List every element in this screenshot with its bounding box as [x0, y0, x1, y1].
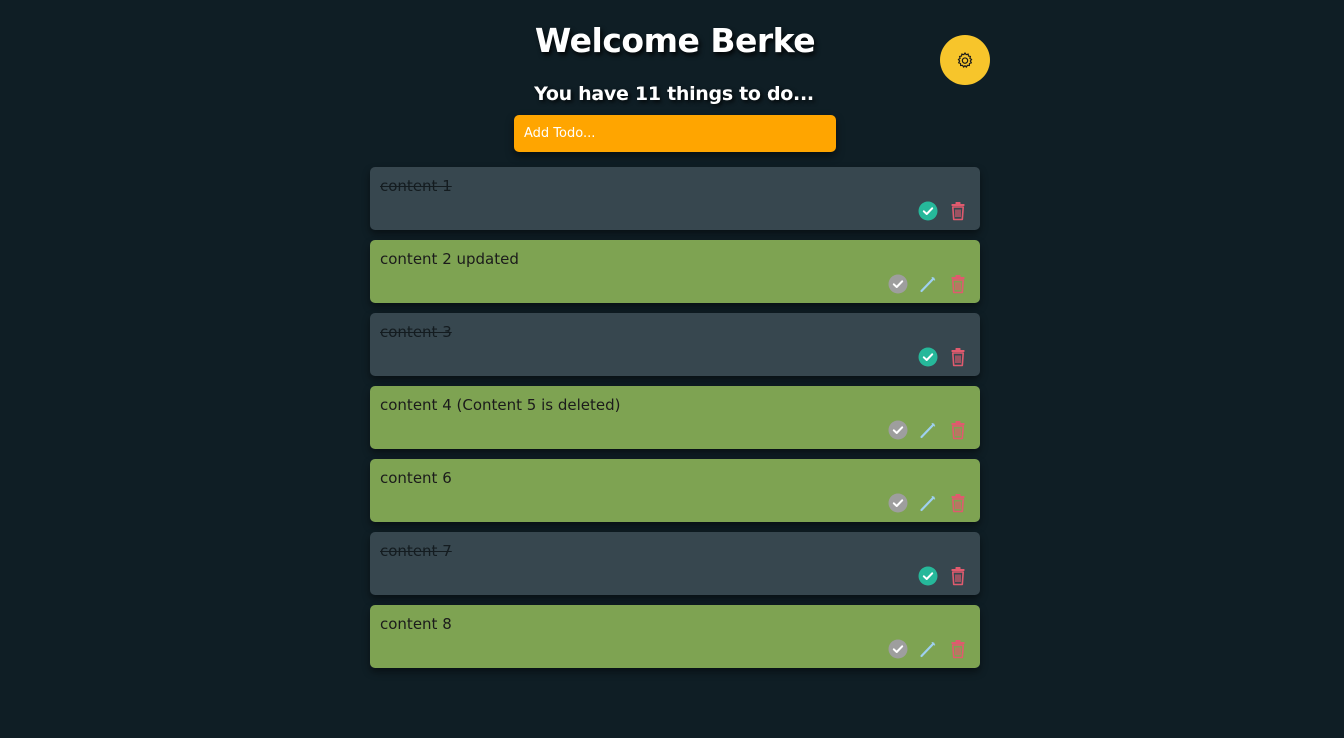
todo-item: content 7 — [370, 532, 980, 595]
todo-text: content 2 updated — [380, 250, 519, 268]
mark-complete-check-icon[interactable] — [888, 274, 908, 294]
todo-text: content 7 — [380, 542, 452, 560]
completed-check-icon[interactable] — [918, 201, 938, 221]
todo-actions — [918, 346, 968, 368]
todo-item: content 8 — [370, 605, 980, 668]
completed-check-icon[interactable] — [918, 347, 938, 367]
mark-complete-check-icon[interactable] — [888, 420, 908, 440]
todo-count-subtitle: You have 11 things to do... — [534, 83, 814, 105]
todo-actions — [918, 200, 968, 222]
gear-icon — [955, 50, 975, 70]
todo-item: content 6 — [370, 459, 980, 522]
todo-text: content 3 — [380, 323, 452, 341]
todo-item: content 3 — [370, 313, 980, 376]
todo-text: content 8 — [380, 615, 452, 633]
settings-button[interactable] — [940, 35, 990, 85]
delete-trash-icon[interactable] — [948, 566, 968, 586]
todo-text: content 4 (Content 5 is deleted) — [380, 396, 621, 414]
todo-actions — [888, 419, 968, 441]
todo-app: Welcome Berke You have 11 things to do..… — [0, 0, 1344, 738]
add-todo-input[interactable] — [514, 115, 836, 152]
delete-trash-icon[interactable] — [948, 420, 968, 440]
todo-actions — [888, 638, 968, 660]
delete-trash-icon[interactable] — [948, 201, 968, 221]
todo-actions — [888, 273, 968, 295]
page-title: Welcome Berke — [534, 21, 816, 60]
edit-pencil-icon[interactable] — [918, 420, 938, 440]
todo-list: content 1 content 2 updated content 3 conte… — [370, 167, 980, 678]
todo-text: content 1 — [380, 177, 452, 195]
delete-trash-icon[interactable] — [948, 493, 968, 513]
todo-item: content 4 (Content 5 is deleted) — [370, 386, 980, 449]
todo-text: content 6 — [380, 469, 452, 487]
edit-pencil-icon[interactable] — [918, 639, 938, 659]
mark-complete-check-icon[interactable] — [888, 639, 908, 659]
todo-item: content 2 updated — [370, 240, 980, 303]
todo-actions — [888, 492, 968, 514]
todo-actions — [918, 565, 968, 587]
edit-pencil-icon[interactable] — [918, 493, 938, 513]
delete-trash-icon[interactable] — [948, 274, 968, 294]
edit-pencil-icon[interactable] — [918, 274, 938, 294]
todo-item: content 1 — [370, 167, 980, 230]
delete-trash-icon[interactable] — [948, 639, 968, 659]
completed-check-icon[interactable] — [918, 566, 938, 586]
delete-trash-icon[interactable] — [948, 347, 968, 367]
mark-complete-check-icon[interactable] — [888, 493, 908, 513]
